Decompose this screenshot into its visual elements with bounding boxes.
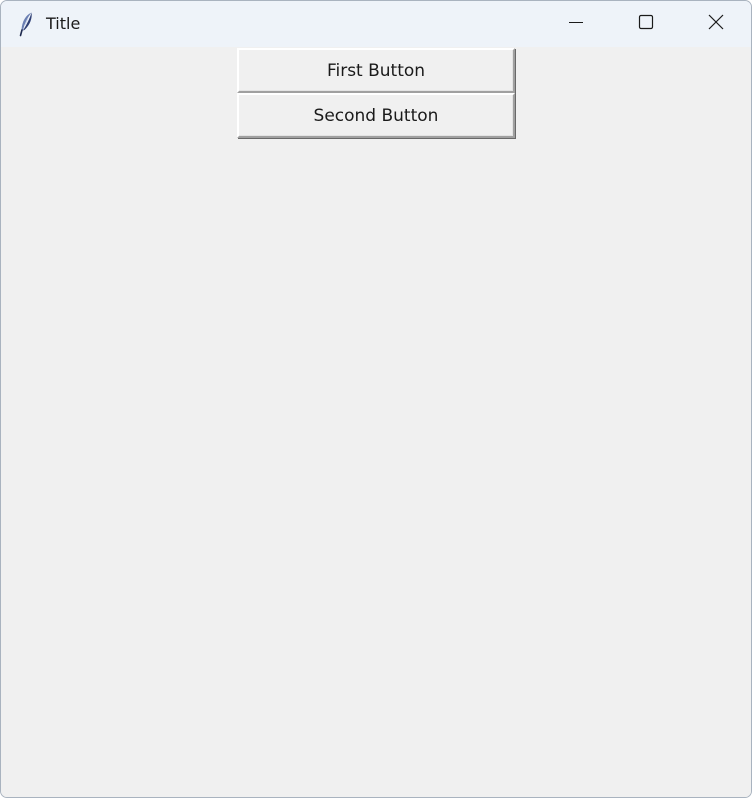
feather-icon [16, 11, 36, 37]
minimize-button[interactable] [541, 1, 611, 47]
window-client-area: First Button Second Button [1, 47, 751, 797]
close-button[interactable] [681, 1, 751, 47]
title-bar[interactable]: Title [1, 1, 751, 47]
maximize-icon [638, 14, 654, 34]
close-icon [708, 14, 724, 34]
second-button[interactable]: Second Button [237, 93, 515, 138]
window-title: Title [46, 14, 81, 33]
minimize-icon [568, 14, 584, 34]
first-button[interactable]: First Button [237, 48, 515, 93]
app-window: Title First Button Second Button [0, 0, 752, 798]
maximize-button[interactable] [611, 1, 681, 47]
